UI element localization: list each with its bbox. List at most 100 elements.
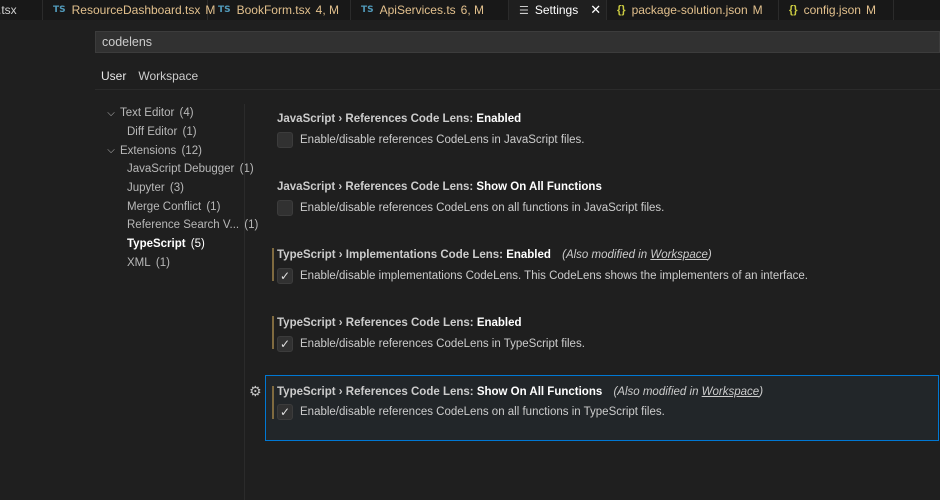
settings-scope-tabs: User Workspace bbox=[95, 66, 204, 90]
setting-description: Enable/disable references CodeLens on al… bbox=[300, 202, 665, 214]
setting-item: TypeScript › References Code Lens: Enabl… bbox=[266, 310, 940, 370]
modified-indicator: 6, M bbox=[460, 3, 484, 17]
typescript-file-icon: TS bbox=[361, 5, 374, 15]
settings-toc: ⌵ Text Editor (4) Diff Editor (1) ⌵ Exte… bbox=[95, 104, 258, 273]
also-modified-note: (Also modified in Workspace) bbox=[562, 249, 712, 261]
setting-title: TypeScript › References Code Lens: Enabl… bbox=[277, 317, 522, 329]
tab-label: config.json bbox=[803, 3, 861, 17]
also-modified-suffix: ) bbox=[707, 249, 712, 261]
setting-description: Enable/disable references CodeLens in Ja… bbox=[300, 134, 585, 146]
sash-divider[interactable] bbox=[244, 104, 245, 500]
toc-label: Extensions bbox=[120, 144, 177, 157]
tab-label: BookForm.tsx bbox=[236, 3, 311, 17]
toc-item-typescript[interactable]: TypeScript (5) bbox=[95, 235, 245, 254]
toc-item-jupyter[interactable]: Jupyter (3) bbox=[95, 179, 245, 198]
tab-label: .tsx bbox=[0, 3, 17, 17]
setting-key: Show On All Functions bbox=[476, 181, 602, 193]
tab-apiservices[interactable]: TS ApiServices.ts 6, M bbox=[351, 0, 509, 20]
json-file-icon: {} bbox=[789, 4, 798, 16]
toc-item-merge-conflict[interactable]: Merge Conflict (1) bbox=[95, 197, 245, 216]
setting-checkbox[interactable] bbox=[277, 132, 293, 148]
toc-item-diff-editor[interactable]: Diff Editor (1) bbox=[95, 123, 245, 142]
gear-icon[interactable]: ⚙ bbox=[249, 383, 262, 400]
setting-title: JavaScript › References Code Lens: Show … bbox=[277, 181, 602, 193]
toc-count: (3) bbox=[169, 182, 184, 195]
setting-item: TypeScript › Implementations Code Lens: … bbox=[266, 242, 940, 302]
toc-item-javascript-debugger[interactable]: JavaScript Debugger (1) bbox=[95, 160, 254, 179]
toc-count: (5) bbox=[190, 238, 205, 251]
workspace-link[interactable]: Workspace bbox=[702, 386, 760, 398]
workspace-link[interactable]: Workspace bbox=[650, 249, 708, 261]
close-icon[interactable]: ✕ bbox=[590, 2, 601, 18]
modified-indicator: M bbox=[752, 3, 763, 17]
toc-item-xml[interactable]: XML (1) bbox=[95, 254, 245, 273]
check-icon[interactable]: ✓ bbox=[277, 404, 293, 420]
tab-user[interactable]: User bbox=[95, 66, 133, 90]
setting-item-focused: TypeScript › References Code Lens: Show … bbox=[265, 375, 939, 441]
tab-settings[interactable]: ☰ Settings ✕ bbox=[509, 0, 607, 20]
toc-label: Merge Conflict bbox=[127, 200, 202, 213]
setting-item: JavaScript › References Code Lens: Show … bbox=[266, 174, 940, 234]
toc-label: JavaScript Debugger bbox=[127, 163, 235, 176]
modified-indicator-bar bbox=[272, 386, 274, 419]
setting-description: Enable/disable references CodeLens on al… bbox=[300, 406, 665, 418]
toc-count: (1) bbox=[239, 163, 254, 176]
toc-label: TypeScript bbox=[127, 238, 186, 251]
setting-description: Enable/disable references CodeLens in Ty… bbox=[300, 338, 585, 350]
setting-title: TypeScript › References Code Lens: Show … bbox=[277, 386, 763, 398]
setting-category: TypeScript › References Code Lens: bbox=[277, 386, 477, 398]
modified-indicator-bar bbox=[272, 316, 274, 349]
modified-indicator-bar bbox=[272, 248, 274, 281]
setting-category: JavaScript › References Code Lens: bbox=[277, 113, 477, 125]
also-modified-prefix: (Also modified in bbox=[613, 386, 702, 398]
toc-item-reference-search[interactable]: Reference Search V... (1) bbox=[95, 216, 258, 235]
tab-partial[interactable]: .tsx bbox=[0, 0, 43, 20]
divider bbox=[95, 89, 940, 90]
setting-item: JavaScript › References Code Lens: Enabl… bbox=[266, 106, 940, 166]
settings-list-icon: ☰ bbox=[519, 4, 529, 17]
toc-count: (4) bbox=[179, 107, 194, 120]
tab-resource-dashboard[interactable]: TS ResourceDashboard.tsx M bbox=[43, 0, 215, 20]
toc-count: (12) bbox=[181, 144, 202, 157]
setting-category: TypeScript › References Code Lens: bbox=[277, 317, 477, 329]
tab-workspace[interactable]: Workspace bbox=[132, 66, 204, 90]
chevron-down-icon[interactable]: ⌵ bbox=[105, 108, 117, 119]
tab-label: ResourceDashboard.tsx bbox=[71, 3, 201, 17]
tab-package-solution[interactable]: {} package-solution.json M bbox=[607, 0, 779, 20]
toc-item-extensions[interactable]: ⌵ Extensions (12) bbox=[95, 141, 245, 160]
setting-title: TypeScript › Implementations Code Lens: … bbox=[277, 249, 712, 261]
toc-count: (1) bbox=[155, 256, 170, 269]
toc-label: Diff Editor bbox=[127, 126, 178, 139]
check-icon[interactable]: ✓ bbox=[277, 268, 293, 284]
json-file-icon: {} bbox=[617, 4, 626, 16]
also-modified-note: (Also modified in Workspace) bbox=[613, 386, 763, 398]
settings-search-input[interactable]: codelens bbox=[95, 31, 940, 53]
also-modified-prefix: (Also modified in bbox=[562, 249, 651, 261]
toc-count: (1) bbox=[206, 200, 221, 213]
also-modified-suffix: ) bbox=[759, 386, 764, 398]
toc-label: Jupyter bbox=[127, 182, 165, 195]
setting-description: Enable/disable implementations CodeLens.… bbox=[300, 270, 808, 282]
toc-label: Text Editor bbox=[120, 107, 175, 120]
toc-label: XML bbox=[127, 256, 151, 269]
typescript-file-icon: TS bbox=[53, 5, 66, 15]
check-icon[interactable]: ✓ bbox=[277, 336, 293, 352]
toc-item-text-editor[interactable]: ⌵ Text Editor (4) bbox=[95, 104, 245, 123]
toc-count: (1) bbox=[182, 126, 197, 139]
setting-title: JavaScript › References Code Lens: Enabl… bbox=[277, 113, 521, 125]
modified-indicator: M bbox=[865, 3, 876, 17]
setting-category: TypeScript › Implementations Code Lens: bbox=[277, 249, 507, 261]
tab-bookform[interactable]: TS BookForm.tsx 4, M bbox=[208, 0, 351, 20]
editor-tab-bar: .tsx TS ResourceDashboard.tsx M TS BookF… bbox=[0, 0, 940, 20]
tab-label: package-solution.json bbox=[631, 3, 748, 17]
chevron-down-icon[interactable]: ⌵ bbox=[105, 145, 117, 156]
setting-key: Enabled bbox=[476, 113, 522, 125]
setting-checkbox[interactable] bbox=[277, 200, 293, 216]
tab-config[interactable]: {} config.json M bbox=[779, 0, 894, 20]
setting-category: JavaScript › References Code Lens: bbox=[277, 181, 477, 193]
setting-key: Enabled bbox=[476, 317, 522, 329]
tab-label: ApiServices.ts bbox=[379, 3, 456, 17]
setting-key: Enabled bbox=[506, 249, 551, 261]
typescript-file-icon: TS bbox=[218, 5, 231, 15]
modified-indicator: 4, M bbox=[315, 3, 339, 17]
